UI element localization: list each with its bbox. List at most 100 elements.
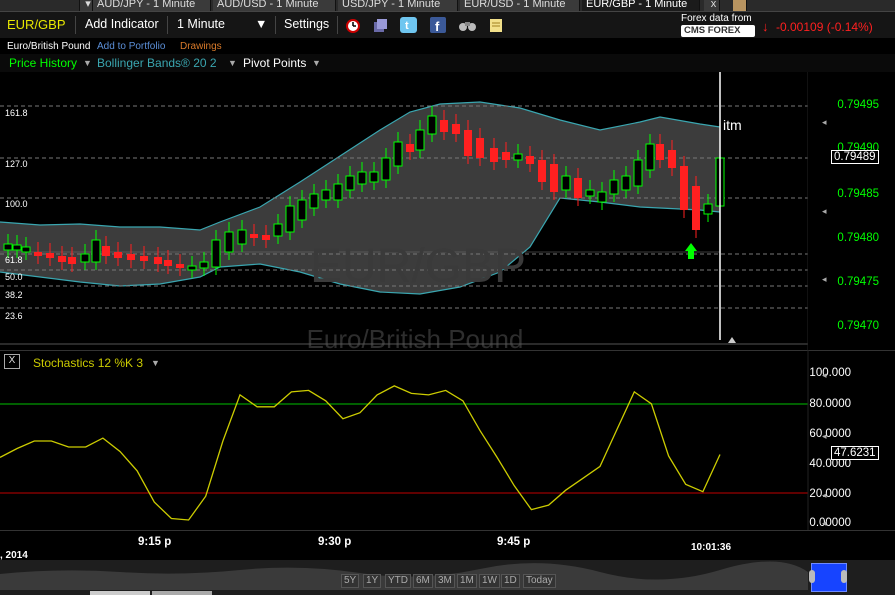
stoch-tick: 0.00000 [809,517,851,529]
interval-select[interactable]: 1 Minute [177,17,225,31]
price-axis[interactable]: 0.79495 0.79490 0.79485 0.79480 0.79475 … [808,72,895,350]
tick-marker-icon: ◂ [822,431,827,441]
candle [680,166,688,210]
candle [164,260,172,266]
range-button-1w[interactable]: 1W [479,574,500,588]
twitter-icon[interactable]: t [400,17,417,33]
stochastics-chart[interactable] [0,350,895,530]
current-price-box: 0.79489 [831,150,879,164]
candle [406,144,414,152]
chevron-down-icon[interactable]: ▼ [83,58,92,68]
forex-data-label: Forex data from [681,13,752,24]
stoch-tick: 20.0000 [809,488,851,500]
candle [297,199,307,221]
tab-menu-dropdown[interactable]: ▾ [80,0,93,11]
time-tick: 9:45 p [497,536,531,548]
tick-marker-icon: ◂ [822,117,827,127]
chevron-down-icon[interactable]: ▼ [228,58,237,68]
add-indicator-button[interactable]: Add Indicator [85,17,159,31]
candle [668,150,676,168]
binoculars-icon[interactable] [459,18,476,32]
price-tick: 0.79475 [837,276,879,288]
fib-label: 100.0 [5,199,28,209]
range-button-1m[interactable]: 1M [457,574,477,588]
range-button-ytd[interactable]: YTD [385,574,411,588]
candle [427,115,437,135]
notes-icon[interactable] [488,17,504,33]
navigator-selection[interactable] [809,563,847,592]
candle [321,189,331,201]
candle [502,152,510,160]
tab-aud-jpy[interactable]: AUD/JPY - 1 Minute [93,0,211,11]
candle [250,234,258,238]
tab-usd-jpy[interactable]: USD/JPY - 1 Minute [338,0,458,11]
add-to-portfolio-link[interactable]: Add to Portfolio [97,41,165,52]
bollinger-indicator[interactable]: Bollinger Bands® 20 2 [97,56,217,70]
candle [91,239,101,263]
price-chart[interactable]: EUR/GBP Euro/British Pound itm [0,72,895,350]
symbol-label[interactable]: EUR/GBP [7,17,66,32]
tab-eur-usd[interactable]: EUR/USD - 1 Minute [460,0,580,11]
time-tick: 9:15 p [138,536,172,548]
stoch-tick: 80.0000 [809,398,851,410]
itm-annotation: itm [723,117,742,133]
close-tab-icon[interactable]: x [704,0,720,11]
candle [538,160,546,182]
drag-handle-icon[interactable] [841,570,847,583]
alarm-clock-icon[interactable] [345,17,361,33]
arrow-down-icon: ↓ [762,19,769,34]
range-button-1y[interactable]: 1Y [363,574,382,588]
settings-button[interactable]: Settings [284,17,329,31]
tab-eur-gbp[interactable]: EUR/GBP - 1 Minute [582,0,700,11]
range-button-today[interactable]: Today [523,574,556,588]
range-navigator[interactable]: 5Y 1Y YTD 6M 3M 1M 1W 1D Today [0,560,895,595]
pivot-points-indicator[interactable]: Pivot Points [243,56,306,70]
candle [692,186,700,230]
drawings-link[interactable]: Drawings [180,41,222,52]
svg-text:t: t [405,20,409,32]
new-tab-icon[interactable] [733,0,747,11]
candle [415,129,425,151]
candle [656,144,664,160]
chevron-down-icon[interactable]: ▼ [255,17,267,31]
candle [333,183,343,201]
cms-forex-logo: CMS FOREX [681,25,755,37]
tick-marker-icon: ◂ [822,490,827,500]
time-axis: 9:15 p 9:30 p 9:45 p 10:01:36 , 2014 [0,530,895,561]
range-button-6m[interactable]: 6M [413,574,433,588]
price-tick: 0.79480 [837,232,879,244]
scrollbar[interactable] [152,591,212,595]
tab-aud-usd[interactable]: AUD/USD - 1 Minute [213,0,336,11]
range-button-1d[interactable]: 1D [501,574,520,588]
drag-handle-icon[interactable] [809,570,815,583]
tab-overflow [0,0,80,11]
candle [114,252,122,258]
range-button-3m[interactable]: 3M [435,574,455,588]
candle [393,141,403,167]
candle [211,239,221,268]
candle [476,138,484,158]
chevron-down-icon[interactable]: ▼ [312,58,321,68]
candle [597,191,607,203]
range-button-5y[interactable]: 5Y [341,574,360,588]
facebook-icon[interactable]: f [430,17,446,33]
stochastics-axis: 100.000 80.0000 60.0000 40.0000 20.0000 … [808,350,895,530]
price-history-indicator[interactable]: Price History [9,56,77,70]
candle [490,148,498,162]
stoch-current-box: 47.6231 [831,446,879,460]
tick-marker-icon: ◂ [822,274,827,284]
candle [452,124,460,134]
scrollbar[interactable] [90,591,150,595]
candle [464,130,472,156]
fib-label: 61.8 [5,255,23,265]
candle [645,143,655,171]
candle [369,171,379,183]
stoch-tick: 100.000 [809,367,851,379]
svg-text:f: f [435,19,440,33]
candle [574,178,582,198]
stoch-tick: 60.0000 [809,428,851,440]
candle [154,257,162,264]
indicator-bar: Price History ▼ Bollinger Bands® 20 2 ▼ … [0,54,895,72]
layers-icon[interactable] [372,17,388,33]
candle [80,253,90,263]
